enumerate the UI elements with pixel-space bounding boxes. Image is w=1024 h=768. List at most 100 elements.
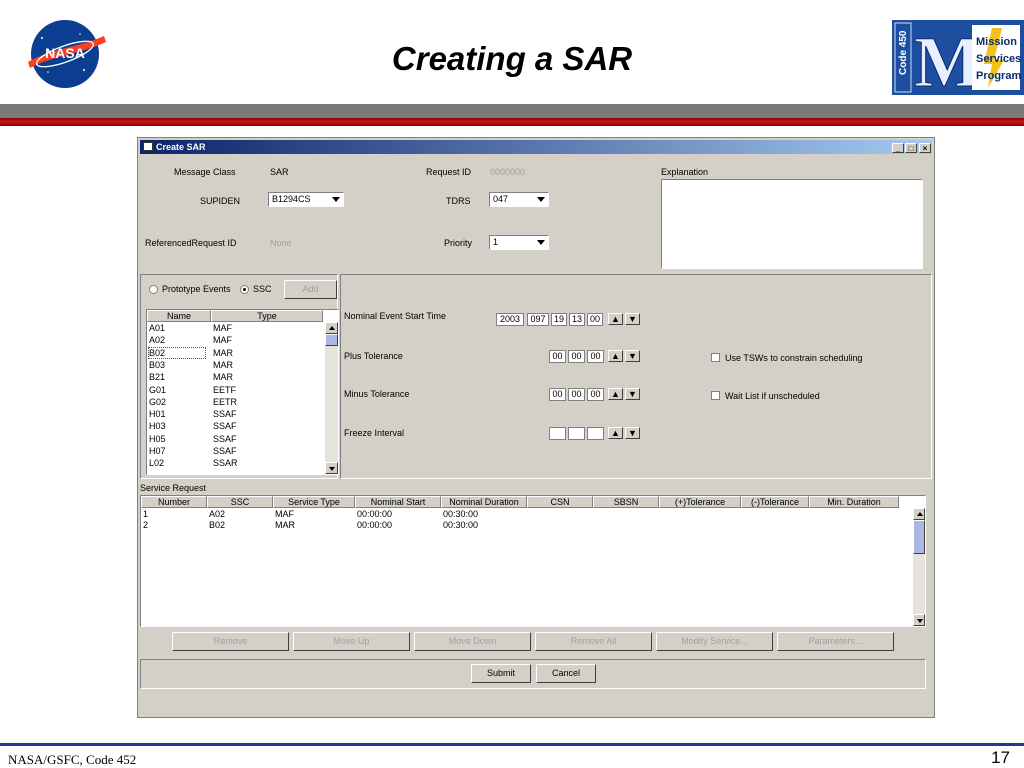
service-request-column-header[interactable]: Number [141, 496, 207, 508]
prototype-events-label: Prototype Events [162, 284, 231, 294]
service-request-column-header[interactable]: SBSN [593, 496, 659, 508]
plus-decrement-button[interactable]: ▼ [625, 350, 640, 362]
use-tsw-checkbox[interactable] [711, 353, 720, 362]
close-button[interactable]: × [919, 143, 931, 153]
service-request-column-header[interactable]: Min. Duration [809, 496, 899, 508]
service-request-column-header[interactable]: Service Type [273, 496, 355, 508]
wait-list-checkbox[interactable] [711, 391, 720, 400]
nominal-minute-field[interactable]: 13 [569, 313, 585, 326]
service-request-column-header[interactable]: Nominal Start [355, 496, 441, 508]
freeze-increment-button[interactable]: ▲ [608, 427, 623, 439]
priority-value: 1 [493, 237, 499, 247]
events-cell-name: G01 [149, 384, 167, 395]
minus-seconds-field[interactable]: 00 [587, 388, 604, 401]
ssc-radio[interactable] [240, 285, 249, 294]
msp-logo-line1: Mission [976, 36, 1017, 48]
priority-combobox[interactable]: 1 [489, 235, 549, 250]
create-sar-window: Create SAR _ □ × Message Class SAR Reque… [137, 137, 935, 718]
service-request-cell: 00:30:00 [443, 509, 479, 519]
nominal-second-field[interactable]: 00 [587, 313, 603, 326]
service-request-column-header[interactable]: SSC [207, 496, 273, 508]
header-accent-band [0, 118, 1024, 126]
scroll-up-button[interactable] [325, 322, 338, 334]
events-cell-name: A02 [149, 335, 166, 346]
events-row[interactable]: G02 EETR [147, 396, 325, 408]
add-button[interactable]: Add [284, 280, 337, 299]
plus-increment-button[interactable]: ▲ [608, 350, 623, 362]
service-request-column-header[interactable]: CSN [527, 496, 593, 508]
move-down-button[interactable]: Move Down [414, 632, 531, 651]
remove-button[interactable]: Remove [172, 632, 289, 651]
events-header-name[interactable]: Name [147, 310, 211, 322]
freeze-hours-field[interactable] [549, 427, 566, 440]
events-row[interactable]: A01 MAF [147, 322, 325, 334]
events-row[interactable]: A02 MAF [147, 334, 325, 346]
events-row[interactable]: H07 SSAF [147, 445, 325, 457]
nominal-increment-button[interactable]: ▲ [608, 313, 623, 325]
scroll-up-button[interactable] [913, 508, 925, 520]
service-request-cell: 00:00:00 [357, 509, 393, 519]
msp-logo-line2: Services [976, 53, 1021, 65]
message-class-value: SAR [270, 167, 289, 177]
events-header-type[interactable]: Type [211, 310, 323, 322]
minus-minutes-field[interactable]: 00 [568, 388, 585, 401]
events-row[interactable]: H03 SSAF [147, 420, 325, 432]
minus-hours-field[interactable]: 00 [549, 388, 566, 401]
events-cell-type: SSAF [213, 409, 237, 420]
nominal-day-field[interactable]: 097 [527, 313, 549, 326]
minus-decrement-button[interactable]: ▼ [625, 388, 640, 400]
arrow-down-icon: ▼ [628, 351, 637, 361]
events-row[interactable]: L02 SSAR [147, 457, 325, 469]
freeze-minutes-field[interactable] [568, 427, 585, 440]
minimize-button[interactable]: _ [892, 143, 904, 153]
events-row[interactable]: B21 MAR [147, 371, 325, 383]
maximize-button[interactable]: □ [905, 143, 917, 153]
msp-logo: Code 450 M Mission Services Program [892, 20, 1024, 95]
remove-all-button[interactable]: Remove All [535, 632, 652, 651]
events-row[interactable]: G01 EETF [147, 384, 325, 396]
arrow-down-icon: ▼ [628, 314, 637, 324]
bottom-button-panel: Submit Cancel [140, 659, 926, 689]
tdrs-combobox[interactable]: 047 [489, 192, 549, 207]
service-request-column-header[interactable]: Nominal Duration [441, 496, 527, 508]
service-request-row[interactable]: 2 B02 MAR 00:00:00 00:30:00 [141, 520, 911, 531]
service-request-scrollbar[interactable] [913, 508, 925, 626]
events-row[interactable]: H01 SSAF [147, 408, 325, 420]
service-request-column-header[interactable]: (-)Tolerance [741, 496, 809, 508]
parameters-button[interactable]: Parameters... [777, 632, 894, 651]
cancel-button[interactable]: Cancel [536, 664, 596, 683]
plus-seconds-field[interactable]: 00 [587, 350, 604, 363]
scroll-down-button[interactable] [325, 462, 338, 474]
events-row[interactable]: B02 MAR [147, 346, 325, 359]
tdrs-value: 047 [493, 194, 509, 204]
scroll-thumb[interactable] [913, 520, 925, 554]
explanation-textarea[interactable] [661, 179, 923, 269]
freeze-decrement-button[interactable]: ▼ [625, 427, 640, 439]
prototype-events-radio[interactable] [149, 285, 158, 294]
window-titlebar[interactable]: Create SAR _ □ × [140, 140, 932, 154]
window-title: Create SAR [156, 142, 206, 152]
plus-minutes-field[interactable]: 00 [568, 350, 585, 363]
supiden-combobox[interactable]: B1294CS [268, 192, 344, 207]
freeze-seconds-field[interactable] [587, 427, 604, 440]
nasa-logo: NASA [28, 20, 106, 88]
events-row[interactable]: H05 SSAF [147, 433, 325, 445]
move-up-button[interactable]: Move Up [293, 632, 410, 651]
events-row[interactable]: B03 MAR [147, 359, 325, 371]
service-request-column-header[interactable]: (+)Tolerance [659, 496, 741, 508]
nominal-decrement-button[interactable]: ▼ [625, 313, 640, 325]
events-scrollbar[interactable] [325, 322, 338, 474]
nominal-year-field[interactable]: 2003 [496, 313, 524, 326]
scroll-thumb[interactable] [325, 334, 338, 346]
priority-label: Priority [444, 238, 473, 248]
modify-service-button[interactable]: Modify Service... [656, 632, 773, 651]
arrow-down-icon: ▼ [628, 428, 637, 438]
service-request-row[interactable]: 1 A02 MAF 00:00:00 00:30:00 [141, 509, 911, 520]
plus-hours-field[interactable]: 00 [549, 350, 566, 363]
service-request-cell: 2 [143, 520, 149, 530]
nominal-hour-field[interactable]: 19 [551, 313, 567, 326]
minus-increment-button[interactable]: ▲ [608, 388, 623, 400]
events-cell-type: MAF [213, 335, 232, 346]
scroll-down-button[interactable] [913, 614, 925, 626]
submit-button[interactable]: Submit [471, 664, 531, 683]
